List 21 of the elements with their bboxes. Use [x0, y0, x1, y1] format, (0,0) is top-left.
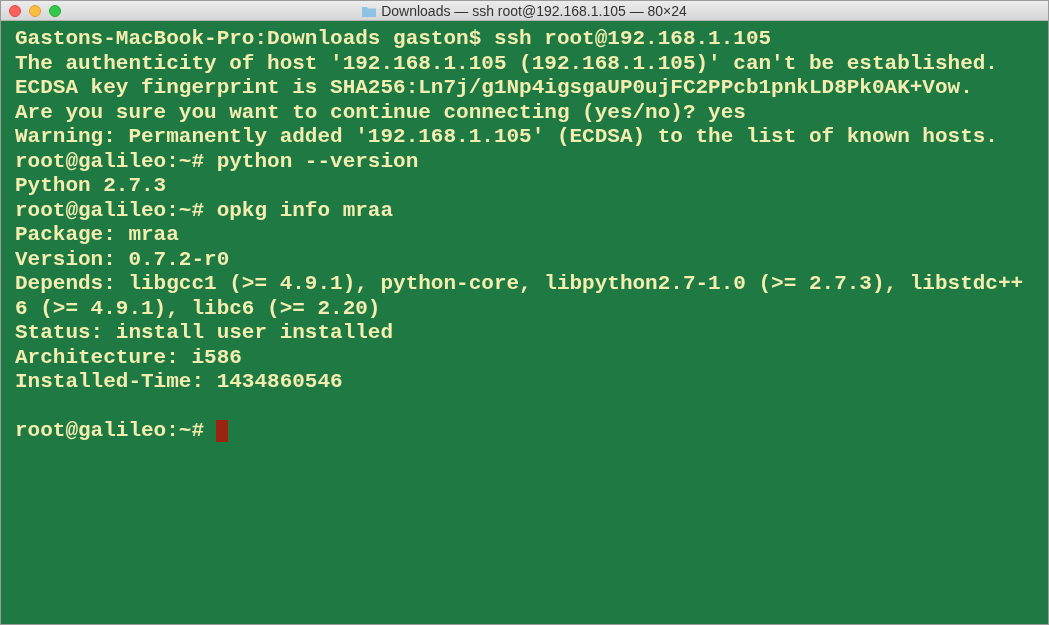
terminal-line: root@galileo:~# opkg info mraa [15, 198, 394, 223]
terminal-line: 6 (>= 4.9.1), libc6 (>= 2.20) [15, 296, 381, 321]
terminal-line: Are you sure you want to continue connecting (yes/no)? yes [15, 100, 746, 125]
terminal-line: Package: mraa [15, 223, 179, 248]
terminal-line: The authenticity of host '192.168.1.105 (192.168.1.105)' can't be established. [15, 51, 998, 76]
close-button[interactable] [9, 4, 21, 17]
terminal-line: root@galileo:~# python --version [15, 149, 419, 174]
terminal-line: Version: 0.7.2-r0 [15, 247, 230, 272]
terminal-line: Gastons-MacBook-Pro:Downloads gaston$ ssh root@192.168.1.105 [15, 27, 772, 52]
terminal-line: Installed-Time: 1434860546 [15, 370, 343, 395]
minimize-button[interactable] [29, 4, 41, 17]
terminal-line: Depends: libgcc1 (>= 4.9.1), python-core, libpython2.7-1.0 (>= 2.7.3), libstdc++ [15, 272, 1024, 297]
terminal-prompt: root@galileo:~# [15, 419, 205, 444]
folder-icon [362, 5, 377, 17]
window-title: Downloads — ssh root@192.168.1.105 — 80×24 [381, 1, 687, 21]
terminal-line: Status: install user installed [15, 321, 394, 346]
terminal-line: Python 2.7.3 [15, 174, 167, 199]
terminal-line: ECDSA key fingerprint is SHA256:Ln7j/g1Np4igsgaUP0ujFC2PPcb1pnkLD8Pk0AK+Vow. [15, 76, 973, 101]
terminal-line: Warning: Permanently added '192.168.1.105' (ECDSA) to the list of known hosts. [15, 125, 998, 150]
zoom-button[interactable] [49, 4, 61, 17]
terminal-line: Architecture: i586 [15, 345, 242, 370]
